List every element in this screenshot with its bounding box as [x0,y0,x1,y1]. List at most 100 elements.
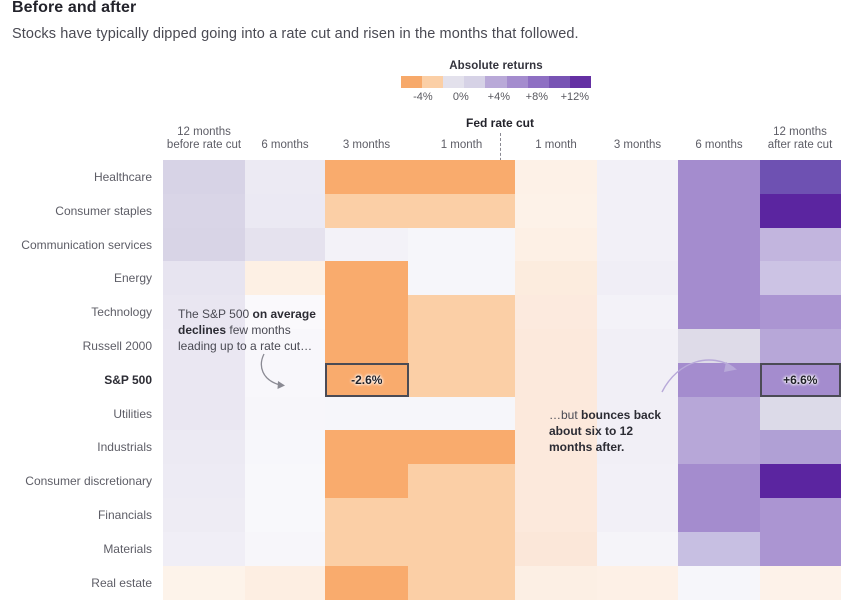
highlighted-value-cell[interactable]: -2.6% [325,362,409,398]
heatmap-cell[interactable] [760,261,841,296]
heatmap-cell[interactable] [760,227,841,262]
heatmap-cell[interactable] [163,261,246,296]
heatmap-cell[interactable] [245,498,326,533]
row-label-consumer-discretionary: Consumer discretionary [25,474,152,489]
heatmap-cell[interactable] [245,531,326,567]
column-header-0: 12 months before rate cut [163,126,245,152]
heatmap-cell[interactable] [515,329,598,364]
column-header-line1: 6 months [695,139,743,151]
heatmap-cell[interactable] [515,565,598,600]
heatmap-cell[interactable] [408,531,516,567]
heatmap-cell[interactable] [245,396,326,431]
heatmap-cell[interactable] [325,160,409,195]
heatmap-cell[interactable] [325,430,409,465]
heatmap-cell[interactable] [408,396,516,431]
heatmap-cell[interactable] [408,295,516,330]
heatmap-cell[interactable] [408,362,516,398]
heatmap-cell[interactable] [408,193,516,229]
heatmap-cell[interactable] [163,565,246,600]
heatmap-cell[interactable] [515,227,598,262]
heatmap-cell[interactable] [597,160,679,195]
heatmap-cell[interactable] [678,464,761,499]
heatmap-cell[interactable] [678,295,761,330]
heatmap-cell[interactable] [760,160,841,195]
heatmap-cell[interactable] [325,295,409,330]
row-label-industrials: Industrials [97,440,152,455]
heatmap-cell[interactable] [245,160,326,195]
heatmap-cell[interactable] [597,261,679,296]
heatmap-cell[interactable] [163,531,246,567]
heatmap-cell[interactable] [760,464,841,499]
heatmap-cell[interactable] [760,498,841,533]
heatmap-cell[interactable] [678,565,761,600]
heatmap-cell[interactable] [163,160,246,195]
column-headers: 12 months before rate cut 6 months 3 months… [0,126,862,152]
heatmap-cell[interactable] [325,396,409,431]
heatmap-cell[interactable] [163,193,246,229]
heatmap-cell[interactable] [597,464,679,499]
heatmap-cell[interactable] [678,261,761,296]
heatmap-cell[interactable] [163,498,246,533]
heatmap-cell[interactable] [678,430,761,465]
heatmap-cell[interactable] [163,464,246,499]
heatmap-cell[interactable] [325,464,409,499]
heatmap-cell[interactable] [515,464,598,499]
heatmap-cell[interactable] [515,193,598,229]
heatmap-cell[interactable] [760,329,841,364]
heatmap-cell[interactable] [408,227,516,262]
row-label-communication-services: Communication services [21,237,152,252]
heatmap-cell[interactable] [597,227,679,262]
heatmap-cell[interactable] [408,160,516,195]
column-header-line2: after rate cut [767,139,833,151]
heatmap-cell[interactable] [245,261,326,296]
heatmap-cell[interactable] [408,565,516,600]
heatmap-cell[interactable] [408,261,516,296]
heatmap-cell[interactable] [408,329,516,364]
heatmap-cell[interactable] [408,430,516,465]
heatmap-cell[interactable] [163,396,246,431]
heatmap-cell[interactable] [760,295,841,330]
heatmap-cell[interactable] [325,227,409,262]
heatmap-cell[interactable] [325,329,409,364]
heatmap-cell[interactable] [515,362,598,398]
heatmap-cell[interactable] [325,261,409,296]
heatmap-cell[interactable] [760,531,841,567]
row-label-consumer-staples: Consumer staples [55,203,152,218]
heatmap-cell[interactable] [245,430,326,465]
heatmap-cell[interactable] [597,531,679,567]
heatmap-cell[interactable] [515,261,598,296]
heatmap-cell[interactable] [597,565,679,600]
heatmap-cell[interactable] [515,498,598,533]
heatmap-cell[interactable] [408,464,516,499]
heatmap-cell[interactable] [163,227,246,262]
highlighted-value-cell[interactable]: +6.6% [760,362,841,398]
heatmap-cell[interactable] [597,295,679,330]
heatmap-cell[interactable] [678,227,761,262]
heatmap-cell[interactable] [408,498,516,533]
heatmap-cell[interactable] [325,531,409,567]
heatmap-cell[interactable] [325,193,409,229]
heatmap-cell[interactable] [760,193,841,229]
heatmap-cell[interactable] [678,498,761,533]
heatmap-cell[interactable] [515,295,598,330]
heatmap-cell[interactable] [325,498,409,533]
heatmap-cell[interactable] [678,160,761,195]
heatmap-cell[interactable] [678,193,761,229]
heatmap-cell[interactable] [678,531,761,567]
heatmap-cell[interactable] [163,362,246,398]
heatmap-cell[interactable] [515,531,598,567]
heatmap-cell[interactable] [163,430,246,465]
heatmap-cell[interactable] [678,396,761,431]
heatmap-cell[interactable] [245,464,326,499]
heatmap-cell[interactable] [325,565,409,600]
heatmap-cell[interactable] [245,565,326,600]
heatmap-cell[interactable] [597,193,679,229]
row-label-s-p-500: S&P 500 [104,372,152,387]
heatmap-cell[interactable] [515,160,598,195]
heatmap-cell[interactable] [760,430,841,465]
heatmap-cell[interactable] [597,498,679,533]
heatmap-cell[interactable] [760,396,841,431]
heatmap-cell[interactable] [245,227,326,262]
heatmap-cell[interactable] [760,565,841,600]
heatmap-cell[interactable] [245,193,326,229]
